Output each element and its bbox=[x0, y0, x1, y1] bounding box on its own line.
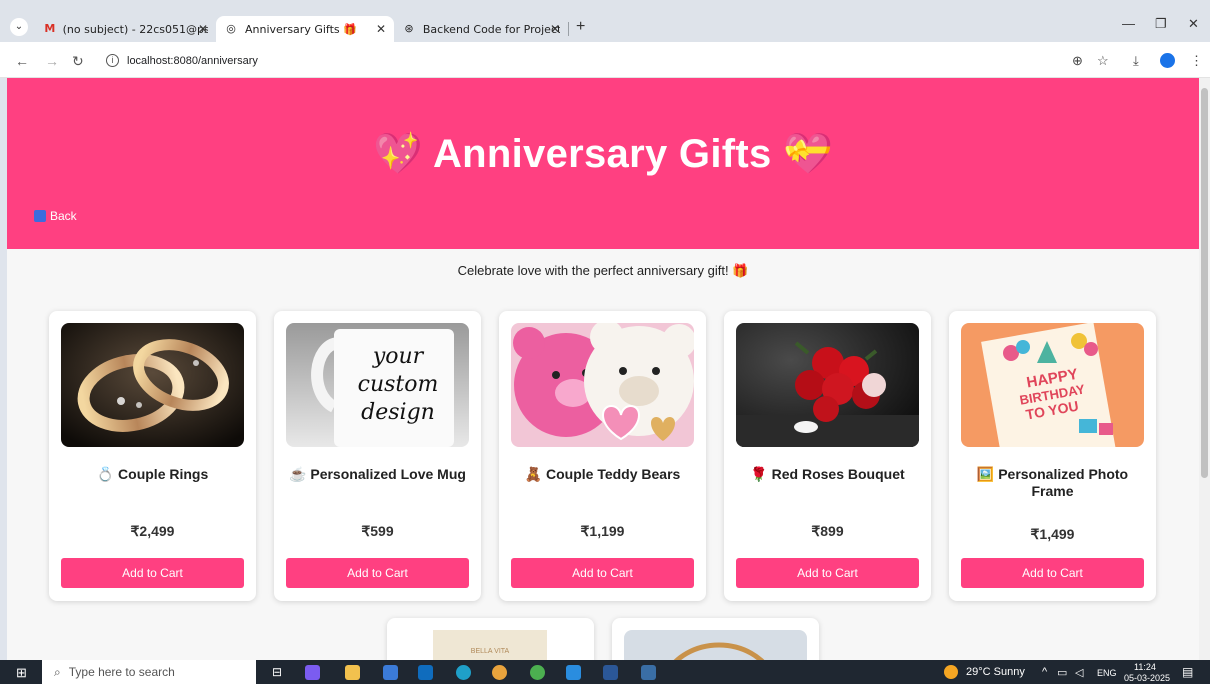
add-to-cart-button[interactable]: Add to Cart bbox=[286, 558, 469, 588]
product-price: ₹1,499 bbox=[1030, 526, 1075, 542]
notifications-icon[interactable]: ▤ bbox=[1182, 665, 1193, 679]
info-icon[interactable]: i bbox=[106, 54, 119, 67]
windows-taskbar: ⊞ ⌕ Type here to search ⊟ 29°C Sunny ^ ▭… bbox=[0, 660, 1210, 684]
tab-title: (no subject) - 22cs051@psr.edu bbox=[62, 22, 208, 36]
product-image-rings bbox=[61, 323, 244, 447]
forward-arrow-icon[interactable]: → bbox=[45, 53, 59, 69]
task-view-icon[interactable]: ⊟ bbox=[272, 665, 282, 679]
product-name: 🧸 Couple Teddy Bears bbox=[524, 466, 681, 482]
outlook-icon[interactable] bbox=[418, 665, 433, 680]
product-card-love-mug: your custom design ☕ Personalized Love M… bbox=[274, 311, 481, 601]
search-placeholder: Type here to search bbox=[68, 665, 175, 679]
reload-icon[interactable]: ↻ bbox=[72, 53, 84, 70]
product-name: ☕ Personalized Love Mug bbox=[289, 466, 466, 482]
tab-title: Anniversary Gifts 🎁 bbox=[245, 22, 357, 36]
word-icon[interactable] bbox=[603, 665, 618, 680]
page-scrollbar[interactable] bbox=[1199, 78, 1210, 660]
back-label: Back bbox=[50, 209, 77, 223]
tray-chevron-icon[interactable]: ^ bbox=[1042, 666, 1047, 678]
page-viewport: 💖 Anniversary Gifts 💝 Back Celebrate lov… bbox=[7, 78, 1199, 660]
close-icon[interactable]: ✕ bbox=[550, 22, 560, 36]
product-image-mug: your custom design bbox=[286, 323, 469, 447]
product-name: 🌹 Red Roses Bouquet bbox=[750, 466, 905, 482]
product-image-birthday-card: HAPPY BIRTHDAY TO YOU bbox=[961, 323, 1144, 447]
copilot-icon[interactable] bbox=[305, 665, 320, 680]
add-to-cart-button[interactable]: Add to Cart bbox=[61, 558, 244, 588]
tab-search-chevron-icon[interactable]: ⌄ bbox=[10, 18, 28, 36]
page-title: 💖 Anniversary Gifts 💝 bbox=[372, 132, 834, 176]
menu-kebab-icon[interactable]: ⋮ bbox=[1190, 53, 1203, 69]
minimize-icon[interactable]: — bbox=[1122, 16, 1135, 31]
gmail-icon: M bbox=[44, 22, 56, 35]
add-to-cart-button[interactable]: Add to Cart bbox=[511, 558, 694, 588]
clock-date[interactable]: 05-03-2025 bbox=[1124, 673, 1170, 683]
page-header: 💖 Anniversary Gifts 💝 Back bbox=[7, 78, 1199, 249]
weather-sun-icon[interactable] bbox=[944, 665, 958, 679]
taskbar-search-input[interactable]: ⌕ Type here to search bbox=[42, 660, 256, 684]
brand-label: BELLA VITA bbox=[470, 648, 510, 655]
volume-icon[interactable]: ◁ bbox=[1075, 666, 1083, 679]
file-explorer-icon[interactable] bbox=[345, 665, 360, 680]
search-icon: ⌕ bbox=[54, 664, 61, 679]
product-image-partial: BELLA VITA bbox=[433, 630, 547, 660]
add-to-cart-button[interactable]: Add to Cart bbox=[736, 558, 919, 588]
bookmark-star-icon[interactable]: ☆ bbox=[1097, 53, 1109, 69]
product-card-teddy-bears: 🧸 Couple Teddy Bears ₹1,199 Add to Cart bbox=[499, 311, 706, 601]
browser-toolbar: ← → ↻ i localhost:8080/anniversary ⊕ ☆ ⤓… bbox=[0, 42, 1210, 78]
product-card-partial bbox=[612, 618, 819, 660]
product-card-partial: BELLA VITA bbox=[387, 618, 594, 660]
address-bar[interactable]: i localhost:8080/anniversary bbox=[98, 48, 1058, 73]
app-icon[interactable] bbox=[530, 665, 545, 680]
url-text: localhost:8080/anniversary bbox=[127, 54, 258, 67]
product-card-couple-rings: 💍 Couple Rings ₹2,499 Add to Cart bbox=[49, 311, 256, 601]
browser-tab-strip: ⌄ M (no subject) - 22cs051@psr.edu ✕ ◎ A… bbox=[0, 0, 1210, 42]
product-image-partial bbox=[624, 630, 807, 660]
tab-title: Backend Code for Project bbox=[422, 22, 560, 36]
language-indicator[interactable]: ENG bbox=[1097, 668, 1117, 678]
weather-text: 29°C Sunny bbox=[966, 666, 1025, 678]
product-price: ₹599 bbox=[361, 523, 394, 539]
product-price: ₹2,499 bbox=[130, 523, 175, 539]
product-name: 🖼️ Personalized Photo Frame bbox=[976, 466, 1129, 499]
tagline: Celebrate love with the perfect annivers… bbox=[457, 263, 749, 278]
download-icon[interactable]: ⤓ bbox=[1133, 53, 1139, 69]
product-card-red-roses: 🌹 Red Roses Bouquet ₹899 Add to Cart bbox=[724, 311, 931, 601]
back-icon bbox=[34, 210, 46, 222]
windows-start-icon[interactable]: ⊞ bbox=[16, 665, 27, 681]
vscode-icon[interactable] bbox=[566, 665, 581, 680]
restore-icon[interactable]: ❐ bbox=[1155, 16, 1167, 32]
product-price: ₹899 bbox=[811, 523, 844, 539]
tab-divider bbox=[568, 22, 569, 36]
network-icon[interactable]: ▭ bbox=[1057, 666, 1067, 679]
scrollbar-thumb[interactable] bbox=[1201, 88, 1208, 478]
globe-icon: ◎ bbox=[226, 22, 236, 35]
chatgpt-icon: ⊛ bbox=[404, 22, 414, 35]
product-image-teddy bbox=[511, 323, 694, 447]
product-name: 💍 Couple Rings bbox=[96, 466, 209, 482]
mug-text-line: your bbox=[372, 344, 425, 369]
product-card-photo-frame: HAPPY BIRTHDAY TO YOU 🖼️ Personalized Ph… bbox=[949, 311, 1156, 601]
close-icon[interactable]: ✕ bbox=[376, 22, 386, 36]
zoom-icon[interactable]: ⊕ bbox=[1072, 53, 1083, 69]
profile-avatar-icon[interactable] bbox=[1160, 53, 1175, 68]
window-close-icon[interactable]: ✕ bbox=[1188, 16, 1199, 32]
chrome-icon[interactable] bbox=[492, 665, 507, 680]
product-image-roses bbox=[736, 323, 919, 447]
tab-gmail[interactable]: M (no subject) - 22cs051@psr.edu ✕ bbox=[36, 16, 216, 42]
store-icon[interactable] bbox=[383, 665, 398, 680]
back-arrow-icon[interactable]: ← bbox=[15, 53, 29, 69]
mug-text-line: custom bbox=[358, 372, 439, 397]
add-to-cart-button[interactable]: Add to Cart bbox=[961, 558, 1144, 588]
tab-backend-code[interactable]: ⊛ Backend Code for Project ✕ bbox=[394, 16, 568, 42]
close-icon[interactable]: ✕ bbox=[198, 22, 208, 36]
product-price: ₹1,199 bbox=[580, 523, 625, 539]
clock-time[interactable]: 11:24 bbox=[1134, 662, 1156, 672]
tab-anniversary-gifts[interactable]: ◎ Anniversary Gifts 🎁 ✕ bbox=[216, 16, 394, 42]
snipping-tool-icon[interactable] bbox=[641, 665, 656, 680]
new-tab-icon[interactable]: + bbox=[576, 18, 585, 36]
back-button[interactable]: Back bbox=[34, 209, 77, 223]
edge-icon[interactable] bbox=[456, 665, 471, 680]
mug-text-line: design bbox=[361, 400, 435, 425]
